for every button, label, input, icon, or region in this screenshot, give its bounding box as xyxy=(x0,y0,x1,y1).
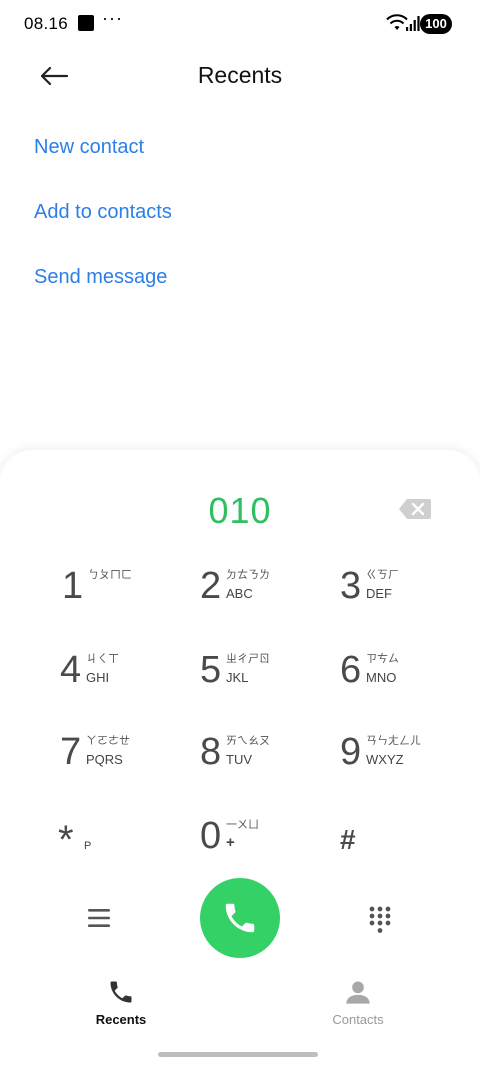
tab-label: Contacts xyxy=(332,1012,384,1027)
menu-icon[interactable] xyxy=(86,906,112,930)
key-bopomofo: ㄐㄑㄒ xyxy=(86,653,119,665)
new-contact-link[interactable]: New contact xyxy=(34,136,144,159)
key-digit: 0 xyxy=(200,815,222,857)
key-digit: 5 xyxy=(200,649,222,691)
key-bopomofo: ㄍㄎㄏ xyxy=(366,569,399,581)
home-indicator[interactable] xyxy=(158,1052,318,1057)
key-bopomofo: 一ㄨㄩ xyxy=(226,819,259,831)
status-bar: 08.16 ··· 100 xyxy=(0,0,480,48)
key-letters: JKL xyxy=(226,670,249,685)
key-letters: MNO xyxy=(366,670,397,685)
battery-indicator: 100 xyxy=(420,14,452,34)
key-bopomofo: ㄚㄛㄜㄝ xyxy=(86,735,130,747)
key-9[interactable]: 9 ㄢㄣㄤㄥㄦ WXYZ xyxy=(340,724,460,788)
dialer-screen: 08.16 ··· 100 Recents New contact Add to… xyxy=(0,0,480,1066)
key-3[interactable]: 3 ㄍㄎㄏ DEF xyxy=(340,558,460,622)
backspace-icon[interactable] xyxy=(398,498,432,520)
tab-contacts[interactable]: Contacts xyxy=(278,978,438,1038)
key-digit: 8 xyxy=(200,731,222,773)
key-5[interactable]: 5 ㄓㄔㄕㄖ JKL xyxy=(200,642,320,706)
key-letters: PQRS xyxy=(86,752,123,767)
person-icon xyxy=(346,981,370,1004)
key-letters: GHI xyxy=(86,670,110,685)
key-digit: 2 xyxy=(200,565,222,607)
key-8[interactable]: 8 ㄞㄟㄠㄡ TUV xyxy=(200,724,320,788)
key-letters: DEF xyxy=(366,586,392,601)
key-0[interactable]: 0 一ㄨㄩ + xyxy=(200,808,320,872)
key-digit: 9 xyxy=(340,731,362,773)
status-time: 08.16 xyxy=(24,14,69,33)
key-7[interactable]: 7 ㄚㄛㄜㄝ PQRS xyxy=(60,724,180,788)
key-digit: 3 xyxy=(340,565,362,607)
key-1[interactable]: 1 ㄅㄆㄇㄈ xyxy=(62,558,182,622)
key-digit: 1 xyxy=(62,565,84,607)
dialpad-icon[interactable] xyxy=(369,906,391,934)
signal-icon xyxy=(406,16,420,31)
key-2[interactable]: 2 ㄉㄊㄋㄌ ABC xyxy=(200,558,320,622)
key-letters: WXYZ xyxy=(366,752,404,767)
key-bopomofo: ㄢㄣㄤㄥㄦ xyxy=(366,735,421,747)
notification-icon xyxy=(78,15,94,31)
key-bopomofo: ㄗㄘㄙ xyxy=(366,653,399,665)
key-letters: TUV xyxy=(226,752,252,767)
key-letters: ABC xyxy=(226,586,253,601)
key-letters: P xyxy=(84,840,92,852)
key-bopomofo: ㄅㄆㄇㄈ xyxy=(88,569,132,581)
key-digit: # xyxy=(340,824,356,855)
key-bopomofo: ㄓㄔㄕㄖ xyxy=(226,653,270,665)
key-6[interactable]: 6 ㄗㄘㄙ MNO xyxy=(340,642,460,706)
key-digit: * xyxy=(58,818,74,862)
more-notifications-icon: ··· xyxy=(102,8,123,28)
dialer-panel: 010 1 ㄅㄆㄇㄈ 2 ㄉㄊㄋㄌ ABC 3 ㄍㄎㄏ DEF 4 ㄐㄑㄒ GH… xyxy=(0,450,480,1066)
page-title: Recents xyxy=(197,62,283,88)
phone-icon xyxy=(110,981,132,1003)
key-digit: 7 xyxy=(60,731,82,773)
key-4[interactable]: 4 ㄐㄑㄒ GHI xyxy=(60,642,180,706)
key-bopomofo: ㄉㄊㄋㄌ xyxy=(226,569,270,581)
key-letters: + xyxy=(226,834,235,851)
wifi-icon xyxy=(386,14,408,30)
key-bopomofo: ㄞㄟㄠㄡ xyxy=(226,735,270,747)
phone-icon xyxy=(225,903,255,933)
tab-recents[interactable]: Recents xyxy=(41,978,201,1038)
key-star[interactable]: * P xyxy=(58,808,178,872)
tab-label: Recents xyxy=(95,1012,147,1027)
key-digit: 4 xyxy=(60,649,82,691)
call-button[interactable] xyxy=(200,878,280,958)
key-digit: 6 xyxy=(340,649,362,691)
add-to-contacts-link[interactable]: Add to contacts xyxy=(34,201,172,224)
send-message-link[interactable]: Send message xyxy=(34,266,167,289)
key-hash[interactable]: # xyxy=(340,808,460,872)
